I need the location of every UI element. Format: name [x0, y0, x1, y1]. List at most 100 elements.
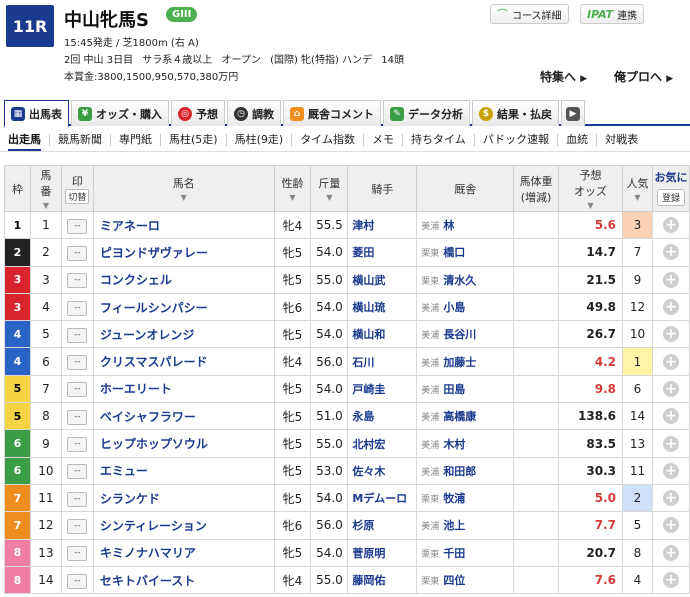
- subtab-shussouba[interactable]: 出走馬: [0, 133, 50, 146]
- horse-name-link[interactable]: キミノナハマリア: [92, 538, 275, 567]
- jockey-link[interactable]: 菅原明: [347, 538, 418, 567]
- tab-data[interactable]: ✎ データ分析: [383, 100, 470, 126]
- mark-select[interactable]: --: [67, 355, 88, 371]
- trainer-link[interactable]: 田島: [443, 383, 465, 396]
- mark-select[interactable]: --: [67, 273, 88, 289]
- horse-name-link[interactable]: ピヨンドザヴァレー: [92, 238, 275, 267]
- jockey-link[interactable]: 杉原: [347, 511, 418, 540]
- subtab-bachu5[interactable]: 馬柱(5走): [161, 133, 227, 146]
- jockey-link[interactable]: Mデムーロ: [347, 483, 418, 513]
- trainer-link[interactable]: 長谷川: [443, 328, 476, 341]
- trainer-link[interactable]: 千田: [443, 547, 465, 560]
- jockey-link[interactable]: 横山武: [347, 265, 418, 294]
- horse-name-link[interactable]: クリスマスパレード: [92, 347, 275, 376]
- tab-result[interactable]: $ 結果・払戻: [472, 100, 559, 126]
- mark-select[interactable]: --: [67, 546, 88, 562]
- horse-name-link[interactable]: フィールシンパシー: [92, 292, 275, 322]
- mark-select[interactable]: --: [67, 245, 88, 261]
- horse-name-link[interactable]: シランケド: [92, 483, 275, 513]
- subtab-mochi-time[interactable]: 持ちタイム: [403, 133, 475, 146]
- add-favorite-icon[interactable]: +: [662, 299, 679, 316]
- subtab-time-index[interactable]: タイム指数: [292, 133, 364, 146]
- subtab-senmonshi[interactable]: 専門紙: [111, 133, 161, 146]
- trainer-link[interactable]: 清水久: [443, 274, 476, 287]
- register-button[interactable]: 登録: [656, 189, 685, 206]
- trainer-link[interactable]: 和田郎: [443, 465, 476, 478]
- ipat-link-button[interactable]: IPAT 連携: [580, 4, 645, 24]
- add-favorite-icon[interactable]: +: [662, 380, 679, 397]
- add-favorite-icon[interactable]: +: [662, 435, 679, 452]
- jockey-link[interactable]: 横山和: [347, 320, 418, 349]
- horse-name-link[interactable]: ヒップホップソウル: [92, 429, 275, 458]
- add-favorite-icon[interactable]: +: [662, 244, 679, 261]
- mark-select[interactable]: --: [67, 218, 88, 234]
- mark-select[interactable]: --: [67, 573, 88, 589]
- jockey-link[interactable]: 戸崎圭: [347, 374, 418, 404]
- horse-name-link[interactable]: ベイシャフラワー: [92, 402, 275, 431]
- add-favorite-icon[interactable]: +: [662, 517, 679, 534]
- jockey-link[interactable]: 津村: [347, 210, 418, 240]
- add-favorite-icon[interactable]: +: [662, 271, 679, 288]
- add-favorite-icon[interactable]: +: [662, 544, 679, 561]
- col-pop[interactable]: 人気 ▼: [621, 165, 653, 212]
- tab-more-button[interactable]: ▶: [561, 100, 585, 126]
- tab-comment[interactable]: ⌂ 厩舎コメント: [283, 100, 381, 126]
- jockey-link[interactable]: 横山琉: [347, 292, 418, 322]
- tab-chokyo[interactable]: ◷ 調教: [227, 100, 281, 126]
- subtab-bachu9[interactable]: 馬柱(9走): [227, 133, 293, 146]
- prev-link[interactable]: 特集へ ▶: [540, 68, 587, 85]
- subtab-memo[interactable]: メモ: [364, 133, 403, 146]
- trainer-link[interactable]: 池上: [443, 519, 465, 532]
- mark-select[interactable]: --: [67, 491, 88, 507]
- mark-select[interactable]: --: [67, 327, 88, 343]
- col-weight[interactable]: 斤量 ▼: [310, 165, 349, 212]
- horse-name-link[interactable]: エミュー: [92, 456, 275, 485]
- subtab-paddock[interactable]: パドック速報: [475, 133, 559, 146]
- horse-name-link[interactable]: コンクシェル: [92, 265, 275, 294]
- col-horse[interactable]: 馬名 ▼: [92, 165, 275, 212]
- add-favorite-icon[interactable]: +: [662, 217, 679, 234]
- add-favorite-icon[interactable]: +: [662, 572, 679, 588]
- col-umaban[interactable]: 馬 番 ▼: [29, 165, 62, 212]
- horse-name-link[interactable]: ホーエリート: [92, 374, 275, 404]
- horse-name-link[interactable]: シンティレーション: [92, 511, 275, 540]
- mark-select[interactable]: --: [67, 382, 88, 398]
- trainer-link[interactable]: 牧浦: [443, 492, 465, 505]
- add-favorite-icon[interactable]: +: [662, 353, 679, 370]
- mark-select[interactable]: --: [67, 464, 88, 480]
- jockey-link[interactable]: 石川: [347, 347, 418, 376]
- mark-toggle-button[interactable]: 切替: [65, 189, 90, 204]
- trainer-link[interactable]: 木村: [443, 438, 465, 451]
- jockey-link[interactable]: 菱田: [347, 238, 418, 267]
- subtab-pedigree[interactable]: 血統: [558, 133, 598, 146]
- add-favorite-icon[interactable]: +: [662, 408, 679, 425]
- jockey-link[interactable]: 藤岡佑: [347, 565, 418, 595]
- mark-select[interactable]: --: [67, 437, 88, 453]
- tab-shutsuba[interactable]: ▦ 出馬表: [4, 100, 69, 128]
- horse-name-link[interactable]: セキトバイースト: [92, 565, 275, 595]
- horse-name-link[interactable]: ミアネーロ: [92, 210, 275, 240]
- jockey-link[interactable]: 永島: [347, 402, 418, 431]
- jockey-link[interactable]: 北村宏: [347, 429, 418, 458]
- mark-select[interactable]: --: [67, 409, 88, 425]
- trainer-link[interactable]: 林: [443, 219, 454, 232]
- mark-select[interactable]: --: [67, 518, 88, 534]
- tab-odds[interactable]: ¥ オッズ・購入: [71, 100, 169, 126]
- add-favorite-icon[interactable]: +: [662, 490, 679, 507]
- trainer-link[interactable]: 高橋康: [443, 410, 476, 423]
- tab-yoso[interactable]: ◎ 予想: [171, 100, 225, 126]
- trainer-link[interactable]: 橋口: [443, 246, 465, 259]
- jockey-link[interactable]: 佐々木: [347, 456, 418, 485]
- subtab-shinbun[interactable]: 競馬新聞: [50, 133, 111, 146]
- next-link[interactable]: 俺プロへ ▶: [614, 68, 673, 85]
- add-favorite-icon[interactable]: +: [662, 462, 679, 479]
- trainer-link[interactable]: 四位: [443, 574, 465, 587]
- add-favorite-icon[interactable]: +: [662, 326, 679, 343]
- horse-name-link[interactable]: ジューンオレンジ: [92, 320, 275, 349]
- col-sexage[interactable]: 性齢 ▼: [273, 165, 312, 212]
- subtab-matchup[interactable]: 対戦表: [597, 133, 646, 146]
- course-detail-button[interactable]: ⌒ コース詳細: [490, 4, 569, 24]
- mark-select[interactable]: --: [67, 300, 88, 316]
- col-odds[interactable]: 予想 オッズ ▼: [558, 165, 623, 212]
- trainer-link[interactable]: 小島: [443, 301, 465, 314]
